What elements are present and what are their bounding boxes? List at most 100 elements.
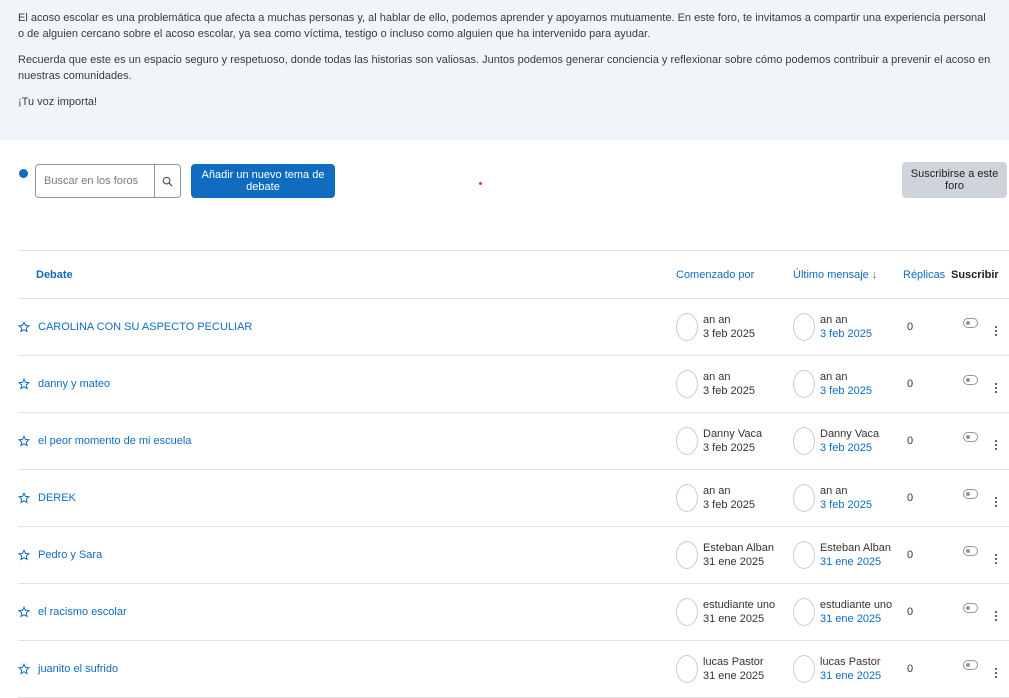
subscribe-toggle[interactable] — [963, 603, 978, 613]
last-message-date-link[interactable]: 3 feb 2025 — [820, 441, 879, 455]
replies-count[interactable]: 0 — [903, 356, 951, 413]
last-message-date-link[interactable]: 3 feb 2025 — [820, 498, 872, 512]
avatar — [793, 484, 815, 512]
header-debate[interactable]: Debate — [18, 251, 676, 299]
author-name[interactable]: an an — [703, 370, 755, 384]
avatar — [676, 427, 698, 455]
last-message-date-link[interactable]: 31 ene 2025 — [820, 555, 891, 569]
last-author-name[interactable]: an an — [820, 484, 872, 498]
search-input[interactable] — [36, 165, 154, 197]
star-icon[interactable] — [18, 321, 30, 333]
author-date: 3 feb 2025 — [703, 442, 755, 454]
last-author-name[interactable]: an an — [820, 370, 872, 384]
avatar — [676, 370, 698, 398]
star-icon[interactable] — [18, 606, 30, 618]
replies-count[interactable]: 0 — [903, 584, 951, 641]
table-row: el racismo escolar estudiante uno 31 ene… — [18, 584, 1009, 641]
discussion-title-link[interactable]: juanito el sufrido — [38, 663, 118, 675]
avatar — [676, 313, 698, 341]
kebab-menu-icon[interactable] — [995, 440, 998, 450]
author-name[interactable]: an an — [703, 313, 755, 327]
add-discussion-button[interactable]: Añadir un nuevo tema de debate — [191, 164, 335, 198]
kebab-menu-icon[interactable] — [995, 383, 998, 393]
table-row: juanito el sufrido lucas Pastor 31 ene 2… — [18, 641, 1009, 698]
kebab-menu-icon[interactable] — [995, 326, 998, 336]
search-icon — [162, 176, 173, 187]
subscribe-toggle[interactable] — [963, 660, 978, 670]
search-button[interactable] — [154, 165, 180, 197]
subscribe-toggle[interactable] — [963, 432, 978, 442]
star-icon[interactable] — [18, 663, 30, 675]
forum-intro: El acoso escolar es una problemática que… — [0, 0, 1009, 140]
intro-paragraph-1: El acoso escolar es una problemática que… — [18, 12, 986, 40]
intro-paragraph-2: Recuerda que este es un espacio seguro y… — [18, 54, 991, 82]
subscribe-toggle[interactable] — [963, 375, 978, 385]
author-date: 31 ene 2025 — [703, 556, 765, 568]
header-replies[interactable]: Réplicas — [903, 251, 951, 299]
discussion-title-link[interactable]: danny y mateo — [38, 378, 110, 390]
author-name[interactable]: lucas Pastor — [703, 655, 764, 669]
header-started-by[interactable]: Comenzado por — [676, 251, 793, 299]
author-name[interactable]: Danny Vaca — [703, 427, 762, 441]
avatar — [793, 598, 815, 626]
subscribe-toggle[interactable] — [963, 489, 978, 499]
last-message-date-link[interactable]: 3 feb 2025 — [820, 327, 872, 341]
discussion-title-link[interactable]: el racismo escolar — [38, 606, 127, 618]
table-row: danny y mateo an an 3 feb 2025 an an 3 f… — [18, 356, 1009, 413]
discussion-title-link[interactable]: CAROLINA CON SU ASPECTO PECULIAR — [38, 321, 252, 333]
replies-count[interactable]: 0 — [903, 413, 951, 470]
star-icon[interactable] — [18, 378, 30, 390]
star-icon[interactable] — [18, 549, 30, 561]
table-row: el peor momento de mi escuela Danny Vaca… — [18, 413, 1009, 470]
last-author-name[interactable]: lucas Pastor — [820, 655, 881, 669]
author-name[interactable]: Esteban Alban — [703, 541, 774, 555]
author-date: 31 ene 2025 — [703, 670, 765, 682]
subscribe-toggle[interactable] — [963, 546, 978, 556]
discussion-title-link[interactable]: Pedro y Sara — [38, 549, 102, 561]
author-date: 3 feb 2025 — [703, 499, 755, 511]
discussion-table: Debate Comenzado por Último mensaje ↓ Ré… — [18, 250, 1009, 698]
intro-paragraph-3: ¡Tu voz importa! — [18, 96, 98, 108]
avatar — [793, 541, 815, 569]
discussion-title-link[interactable]: DEREK — [38, 492, 76, 504]
last-author-name[interactable]: estudiante uno — [820, 598, 892, 612]
last-message-date-link[interactable]: 31 ene 2025 — [820, 612, 892, 626]
avatar — [676, 655, 698, 683]
last-author-name[interactable]: Esteban Alban — [820, 541, 891, 555]
author-date: 3 feb 2025 — [703, 328, 755, 340]
header-subscribe: Suscribir — [951, 268, 999, 281]
avatar — [676, 598, 698, 626]
red-mark — [479, 182, 482, 185]
info-icon[interactable] — [19, 169, 28, 178]
header-last-message[interactable]: Último mensaje ↓ — [793, 251, 903, 299]
table-header-row: Debate Comenzado por Último mensaje ↓ Ré… — [18, 250, 1009, 299]
last-author-name[interactable]: an an — [820, 313, 872, 327]
star-icon[interactable] — [18, 492, 30, 504]
star-icon[interactable] — [18, 435, 30, 447]
last-message-date-link[interactable]: 3 feb 2025 — [820, 384, 872, 398]
kebab-menu-icon[interactable] — [995, 668, 998, 678]
last-message-date-link[interactable]: 31 ene 2025 — [820, 669, 881, 683]
search-box — [35, 164, 181, 198]
author-name[interactable]: estudiante uno — [703, 598, 775, 612]
avatar — [793, 427, 815, 455]
avatar — [793, 655, 815, 683]
replies-count[interactable]: 0 — [903, 470, 951, 527]
table-row: Pedro y Sara Esteban Alban 31 ene 2025 E… — [18, 527, 1009, 584]
replies-count[interactable]: 0 — [903, 299, 951, 356]
kebab-menu-icon[interactable] — [995, 554, 998, 564]
replies-count[interactable]: 0 — [903, 527, 951, 584]
kebab-menu-icon[interactable] — [995, 497, 998, 507]
author-date: 31 ene 2025 — [703, 613, 765, 625]
avatar — [793, 370, 815, 398]
replies-count[interactable]: 0 — [903, 641, 951, 698]
table-row: DEREK an an 3 feb 2025 an an 3 feb 2025 … — [18, 470, 1009, 527]
subscribe-toggle[interactable] — [963, 318, 978, 328]
avatar — [676, 541, 698, 569]
subscribe-forum-button[interactable]: Suscribirse a este foro — [902, 162, 1007, 198]
author-date: 3 feb 2025 — [703, 385, 755, 397]
discussion-title-link[interactable]: el peor momento de mi escuela — [38, 435, 191, 447]
last-author-name[interactable]: Danny Vaca — [820, 427, 879, 441]
kebab-menu-icon[interactable] — [995, 611, 998, 621]
author-name[interactable]: an an — [703, 484, 755, 498]
